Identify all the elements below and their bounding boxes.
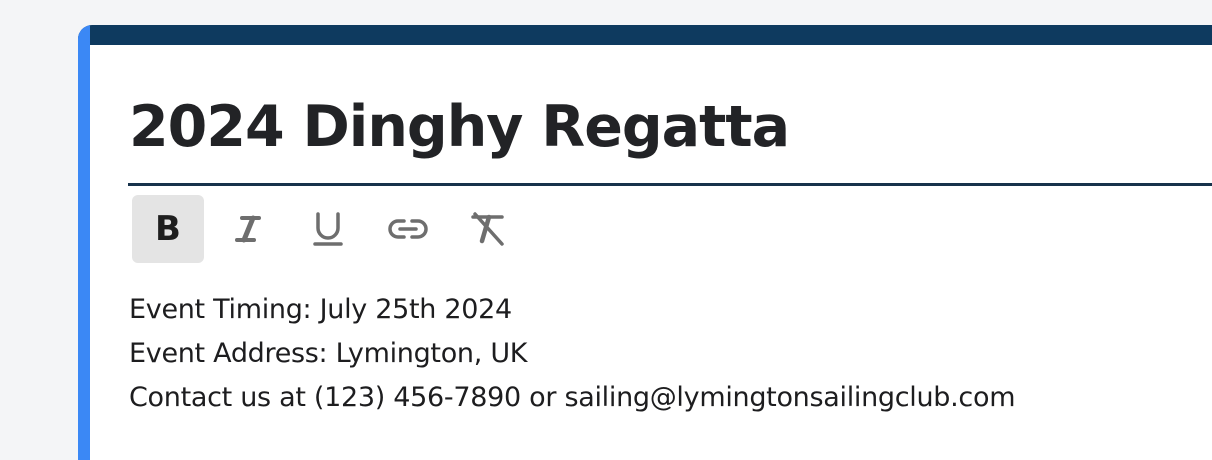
formatting-toolbar: B <box>132 195 532 263</box>
bold-button[interactable]: B <box>132 195 204 263</box>
link-button[interactable] <box>372 195 444 263</box>
underline-button[interactable] <box>292 195 364 263</box>
link-icon <box>387 216 429 242</box>
bold-icon: B <box>155 209 181 249</box>
italic-icon <box>233 213 263 245</box>
underline-icon <box>312 211 344 247</box>
title-divider <box>128 183 1212 186</box>
italic-button[interactable] <box>212 195 284 263</box>
editor-card: 2024 Dinghy Regatta B Event Timing: July… <box>78 25 1212 460</box>
card-accent-bar <box>78 25 90 460</box>
card-header-bar <box>78 25 1212 45</box>
clear-format-button[interactable] <box>452 195 524 263</box>
document-body[interactable]: Event Timing: July 25th 2024 Event Addre… <box>129 288 1016 420</box>
event-address-line: Event Address: Lymington, UK <box>129 338 528 369</box>
event-timing-line: Event Timing: July 25th 2024 <box>129 294 512 325</box>
contact-line: Contact us at (123) 456-7890 or sailing@… <box>129 382 1016 413</box>
clear-format-icon <box>469 211 507 247</box>
document-title[interactable]: 2024 Dinghy Regatta <box>129 95 790 159</box>
